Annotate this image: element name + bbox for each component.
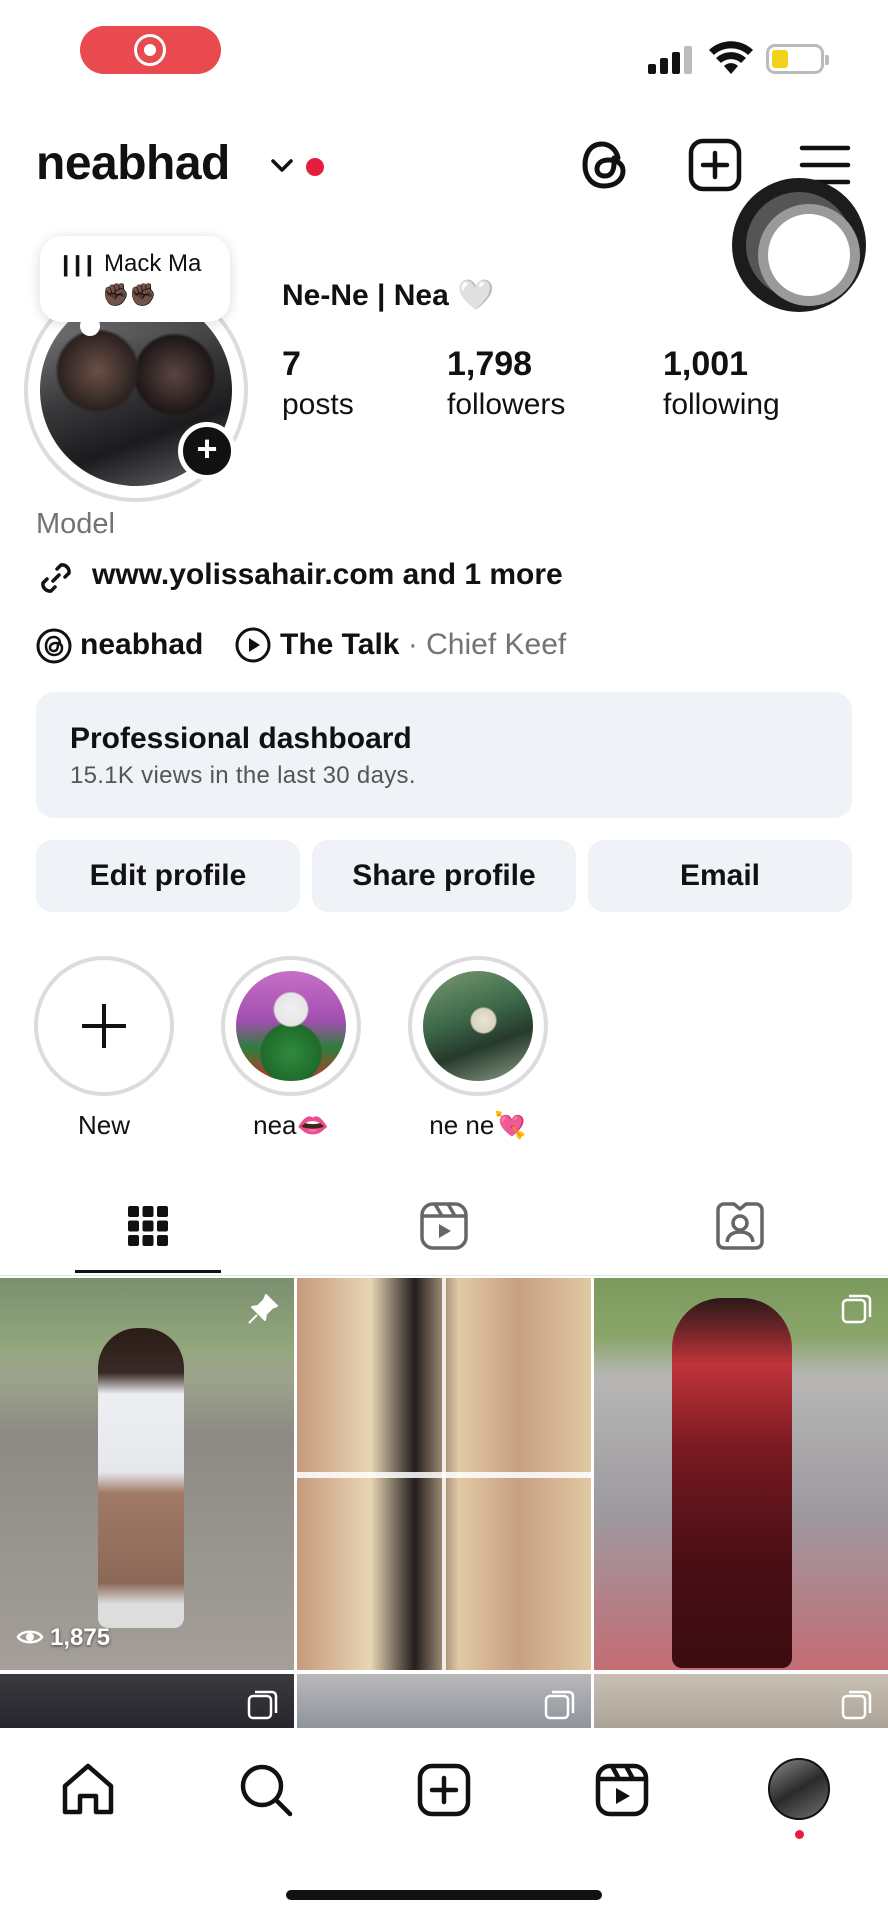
carousel-icon bbox=[247, 1690, 278, 1720]
post-collage-divider bbox=[442, 1278, 446, 1670]
dashboard-title: Professional dashboard bbox=[70, 722, 412, 755]
profile-notification-dot bbox=[795, 1830, 804, 1839]
battery-icon bbox=[766, 44, 829, 74]
record-icon bbox=[134, 34, 166, 66]
followers-count: 1,798 bbox=[447, 345, 533, 383]
following-stat[interactable]: 1,001 following bbox=[663, 345, 780, 422]
grid-icon bbox=[128, 1206, 168, 1246]
following-count: 1,001 bbox=[663, 345, 749, 383]
highlight-new[interactable]: New bbox=[34, 956, 174, 1141]
posts-count: 7 bbox=[282, 345, 301, 383]
reels-nav-icon[interactable] bbox=[592, 1760, 652, 1820]
carousel-icon bbox=[841, 1690, 872, 1720]
views-text: 1,875 bbox=[50, 1624, 111, 1651]
post-tile[interactable]: 1,875 bbox=[0, 1278, 294, 1670]
create-icon[interactable] bbox=[686, 136, 744, 194]
threads-handle[interactable]: neabhad bbox=[80, 628, 203, 662]
tab-tagged[interactable] bbox=[592, 1190, 888, 1276]
post-tile[interactable] bbox=[297, 1674, 591, 1728]
plus-icon bbox=[82, 1004, 126, 1048]
highlight-item[interactable]: nea👄 bbox=[221, 956, 361, 1141]
posts-stat[interactable]: 7 posts bbox=[282, 345, 354, 422]
tab-reels[interactable] bbox=[296, 1190, 592, 1276]
following-label: following bbox=[663, 388, 780, 421]
share-profile-button[interactable]: Share profile bbox=[312, 840, 576, 912]
highlight-ring bbox=[408, 956, 548, 1096]
professional-dashboard[interactable]: Professional dashboard 15.1K views in th… bbox=[36, 692, 852, 818]
reels-icon bbox=[420, 1202, 468, 1250]
pinned-icon bbox=[248, 1294, 278, 1324]
bio-link-text: www.yolissahair.com and 1 more bbox=[92, 558, 563, 591]
cellular-signal-icon bbox=[648, 44, 694, 74]
post-subject bbox=[98, 1328, 184, 1628]
song-title: The Talk bbox=[280, 628, 400, 661]
music-bars-icon: ▎▎▎ bbox=[64, 256, 102, 276]
posts-grid: 1,875 bbox=[0, 1278, 888, 1728]
touch-indicator bbox=[732, 178, 866, 312]
highlight-label: ne ne💘 bbox=[429, 1110, 527, 1140]
posts-label: posts bbox=[282, 388, 354, 421]
add-story-icon[interactable]: + bbox=[178, 422, 236, 480]
profile-song[interactable]: The Talk · Chief Keef bbox=[280, 628, 566, 662]
followers-stat[interactable]: 1,798 followers bbox=[447, 345, 565, 422]
link-icon bbox=[41, 563, 71, 593]
edit-profile-button[interactable]: Edit profile bbox=[36, 840, 300, 912]
post-tile[interactable] bbox=[594, 1278, 888, 1670]
highlight-item[interactable]: ne ne💘 bbox=[408, 956, 548, 1141]
bio-link[interactable]: www.yolissahair.com and 1 more bbox=[36, 556, 836, 600]
tagged-person-icon bbox=[716, 1202, 764, 1250]
profile-nav-avatar[interactable] bbox=[768, 1758, 830, 1820]
carousel-icon bbox=[544, 1690, 575, 1720]
home-indicator[interactable] bbox=[286, 1890, 602, 1900]
post-view-count: 1,875 bbox=[16, 1624, 110, 1652]
active-tab-indicator bbox=[75, 1270, 221, 1273]
status-bar bbox=[0, 0, 888, 100]
home-icon[interactable] bbox=[58, 1760, 118, 1820]
search-icon[interactable] bbox=[236, 1760, 296, 1820]
highlight-ring bbox=[221, 956, 361, 1096]
threads-small-icon[interactable] bbox=[36, 628, 72, 664]
dashboard-subtitle: 15.1K views in the last 30 days. bbox=[70, 762, 416, 789]
post-tile[interactable] bbox=[0, 1674, 294, 1728]
display-name: Ne-Ne | Nea 🤍 bbox=[282, 279, 495, 312]
song-artist: · Chief Keef bbox=[399, 628, 567, 661]
note-emoji: ✊🏿✊🏿 bbox=[102, 282, 157, 307]
wifi-icon bbox=[709, 41, 753, 74]
email-button[interactable]: Email bbox=[588, 840, 852, 912]
note-bubble[interactable]: ▎▎▎ Mack Ma ✊🏿✊🏿 bbox=[40, 236, 230, 336]
views-eye-icon bbox=[16, 1630, 44, 1644]
post-tile[interactable] bbox=[594, 1674, 888, 1728]
post-subject bbox=[672, 1298, 792, 1668]
note-title: Mack Ma bbox=[104, 250, 202, 277]
highlight-new-ring bbox=[34, 956, 174, 1096]
tab-posts-grid[interactable] bbox=[0, 1190, 296, 1276]
threads-and-music-row: neabhad The Talk · Chief Keef bbox=[36, 624, 856, 668]
carousel-icon bbox=[841, 1294, 872, 1324]
highlight-cover bbox=[236, 971, 346, 1081]
play-circle-icon bbox=[235, 627, 271, 663]
notification-dot bbox=[306, 158, 324, 176]
highlight-cover bbox=[423, 971, 533, 1081]
profile-category: Model bbox=[36, 508, 115, 540]
account-username[interactable]: neabhad bbox=[36, 136, 230, 191]
highlight-label: New bbox=[77, 1110, 130, 1140]
post-tile[interactable] bbox=[297, 1278, 591, 1670]
highlight-label: nea👄 bbox=[253, 1110, 329, 1140]
chevron-down-icon[interactable] bbox=[268, 152, 296, 180]
content-tabs bbox=[0, 1190, 888, 1276]
screen-recording-indicator[interactable] bbox=[80, 26, 221, 74]
create-post-icon[interactable] bbox=[414, 1760, 474, 1820]
followers-label: followers bbox=[447, 388, 566, 421]
bottom-navigation bbox=[0, 1730, 888, 1920]
threads-icon[interactable] bbox=[576, 136, 634, 194]
